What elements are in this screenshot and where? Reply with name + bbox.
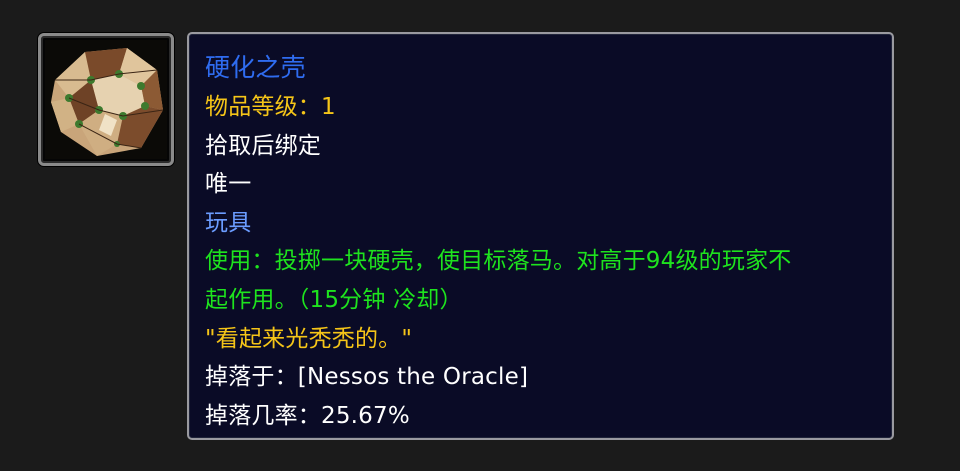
item-tooltip-screen: 硬化之壳 物品等级：1 拾取后绑定 唯一 玩具 使用：投掷一块硬壳，使目标落马。… xyxy=(0,0,960,471)
item-level: 物品等级：1 xyxy=(205,94,336,120)
item-drop-rate: 掉落几率：25.67% xyxy=(205,402,410,429)
item-type: 玩具 xyxy=(205,209,252,236)
item-use-effect-line2: 起作用。（15分钟 冷却） xyxy=(205,286,463,313)
item-name: 硬化之壳 xyxy=(205,53,306,82)
item-binding: 拾取后绑定 xyxy=(205,132,321,159)
item-flavor-text: "看起来光秃秃的。" xyxy=(205,325,413,352)
item-drop-source: 掉落于：[Nessos the Oracle] xyxy=(205,364,529,391)
item-unique: 唯一 xyxy=(205,171,252,198)
item-tooltip: 硬化之壳 物品等级：1 拾取后绑定 唯一 玩具 使用：投掷一块硬壳，使目标落马。… xyxy=(187,32,894,440)
hardened-shell-icon xyxy=(45,40,167,159)
item-icon-frame[interactable] xyxy=(38,33,174,166)
item-use-effect-line1: 使用：投掷一块硬壳，使目标落马。对高于94级的玩家不 xyxy=(205,248,792,275)
